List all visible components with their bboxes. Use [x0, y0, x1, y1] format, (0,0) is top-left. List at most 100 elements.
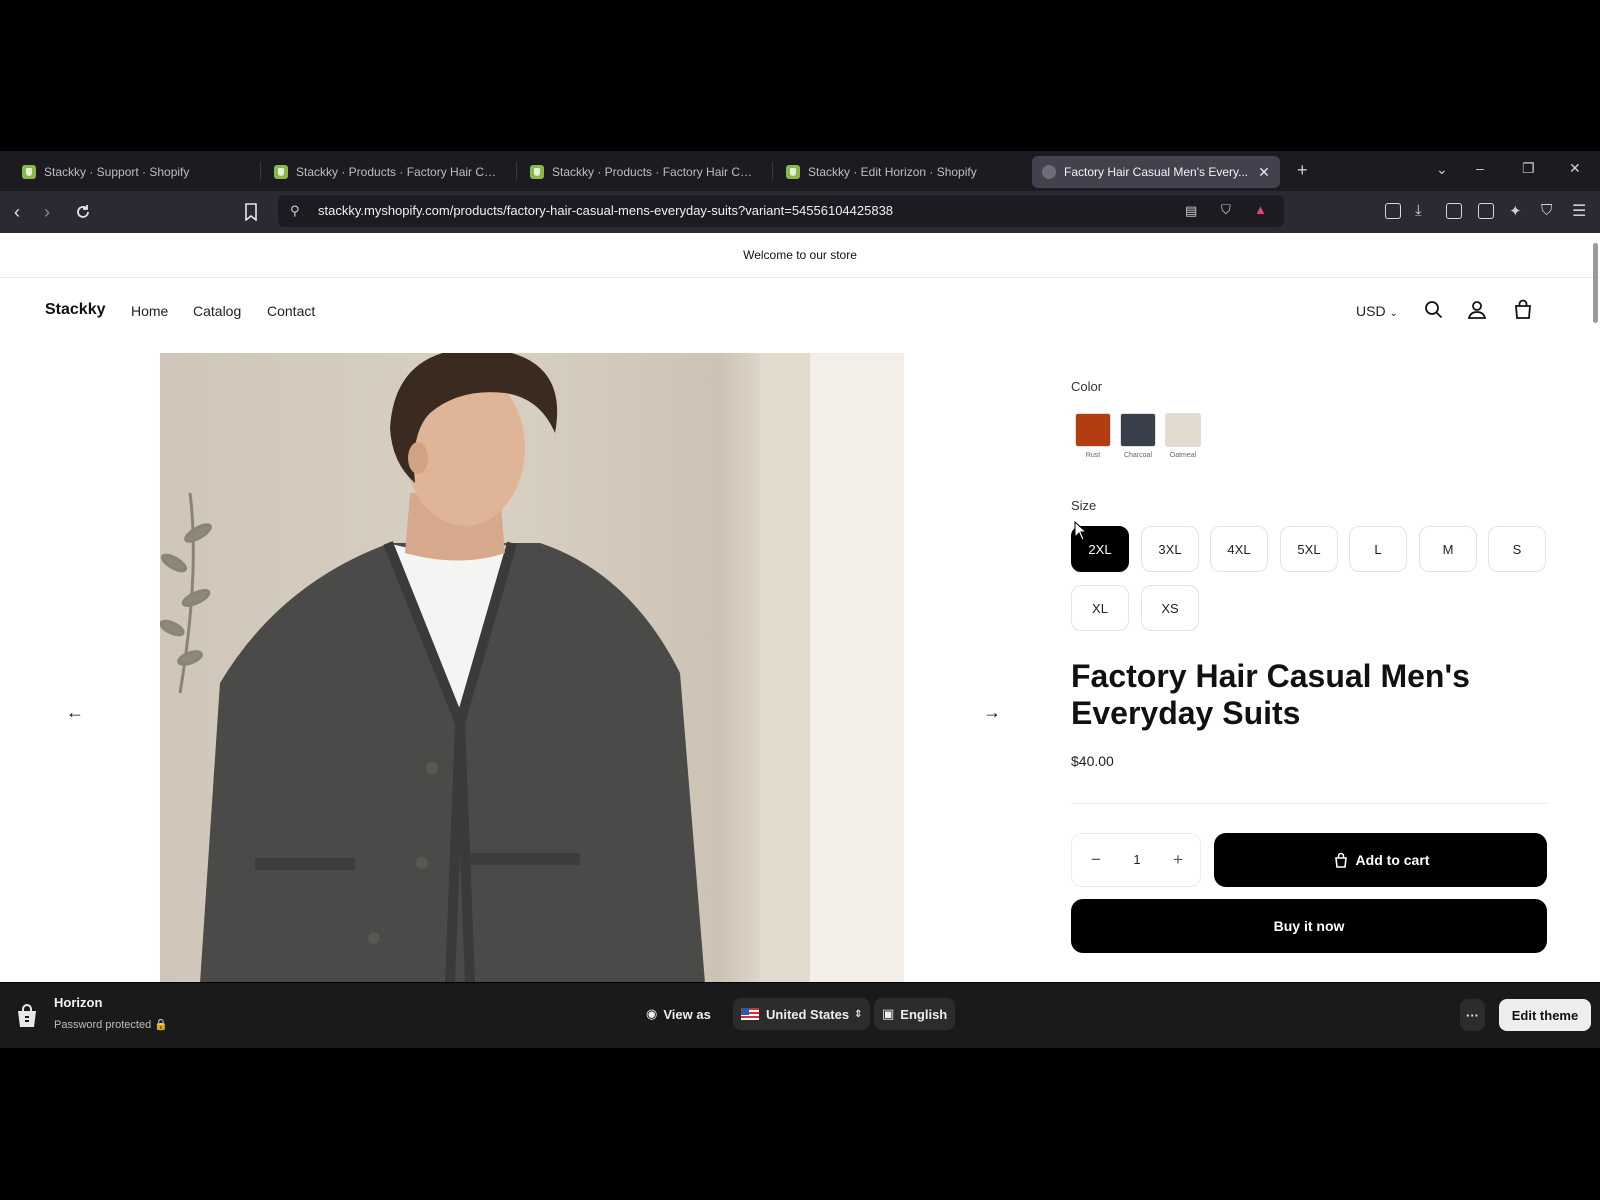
browser-tab-active[interactable]: Factory Hair Casual Men's Every... ✕ [1032, 156, 1280, 188]
address-bar[interactable]: ⚲ stackky.myshopify.com/products/factory… [278, 195, 1284, 227]
tab-separator [260, 162, 261, 180]
divider [1071, 803, 1548, 804]
browser-nav-bar: ‹ › ⚲ stackky.myshopify.com/products/fac… [0, 191, 1600, 233]
size-option-xl[interactable]: XL [1071, 585, 1129, 631]
lock-icon: 🔒 [154, 1019, 168, 1031]
maximize-icon[interactable]: ❐ [1522, 160, 1535, 177]
chevron-down-icon: ⌄ [1389, 308, 1398, 319]
product-price: $40.00 [1071, 753, 1114, 769]
sidebar-icon[interactable] [1446, 203, 1462, 219]
browser-tab-edit-horizon[interactable]: Stackky · Edit Horizon · Shopify [776, 156, 1021, 188]
page-icon [1042, 165, 1056, 179]
screen: Stackky · Support · Shopify Stackky · Pr… [0, 0, 1600, 1200]
shopify-icon [786, 165, 800, 179]
shopify-preview-bar: Horizon Password protected 🔒 ◉ View as U… [0, 983, 1600, 1048]
tab-label: Factory Hair Casual Men's Every... [1064, 165, 1249, 179]
shopify-icon [274, 165, 288, 179]
edit-theme-button[interactable]: Edit theme [1499, 999, 1591, 1031]
minimize-icon[interactable]: – [1476, 160, 1484, 176]
nav-contact[interactable]: Contact [267, 303, 315, 319]
forward-icon[interactable]: › [44, 202, 50, 222]
account-icon[interactable] [1464, 297, 1490, 323]
size-option-m[interactable]: M [1419, 526, 1477, 572]
size-option-5xl[interactable]: 5XL [1280, 526, 1338, 572]
announcement-bar: Welcome to our store [0, 233, 1600, 278]
translate-icon: ▣ [882, 1006, 895, 1021]
size-option-xs[interactable]: XS [1141, 585, 1199, 631]
size-option-3xl[interactable]: 3XL [1141, 526, 1199, 572]
new-tab-button[interactable]: + [1297, 160, 1308, 181]
size-option-s[interactable]: S [1488, 526, 1546, 572]
size-option-4xl[interactable]: 4XL [1210, 526, 1268, 572]
cart-plus-icon [1334, 852, 1347, 868]
shopify-bag-icon [18, 1004, 36, 1027]
next-image-arrow[interactable]: → [983, 702, 1001, 723]
search-icon[interactable] [1421, 297, 1447, 323]
back-icon[interactable]: ‹ [14, 202, 20, 222]
mouse-cursor-icon [1074, 521, 1088, 541]
bookmark-icon[interactable] [244, 203, 258, 221]
color-label: Color [1071, 379, 1103, 394]
swatch-name: Oatmeal [1169, 452, 1197, 459]
browser-tab-support[interactable]: Stackky · Support · Shopify [12, 156, 257, 188]
size-label: Size [1071, 498, 1097, 513]
browser-tab-products-1[interactable]: Stackky · Products · Factory Hair Cas... [264, 156, 509, 188]
reload-icon[interactable] [74, 203, 92, 221]
add-to-cart-button[interactable]: Add to cart [1214, 833, 1547, 887]
product-image[interactable] [160, 353, 904, 982]
cart-icon[interactable] [1510, 297, 1536, 323]
password-status: Password protected 🔒 [54, 1018, 168, 1031]
tab-close-icon[interactable]: ✕ [1258, 164, 1270, 181]
browser-tab-products-2[interactable]: Stackky · Products · Factory Hair Cas... [520, 156, 765, 188]
swatch-name: Rust [1085, 452, 1101, 459]
store-logo[interactable]: Stackky [45, 301, 106, 319]
add-to-cart-label: Add to cart [1355, 852, 1430, 868]
swatch-charcoal[interactable] [1120, 413, 1156, 447]
site-info-icon[interactable]: ⚲ [290, 203, 300, 219]
language-label: English [900, 1006, 948, 1022]
language-selector[interactable]: ▣ English [874, 998, 956, 1030]
swatch-oatmeal[interactable] [1165, 413, 1201, 447]
reader-view-icon[interactable]: ▤ [1185, 203, 1197, 219]
menu-icon[interactable]: ☰ [1572, 201, 1586, 221]
nav-catalog[interactable]: Catalog [193, 303, 241, 319]
vpn-icon[interactable]: ⛉ [1541, 202, 1552, 219]
buy-it-now-button[interactable]: Buy it now [1071, 899, 1547, 953]
more-options-button[interactable]: ··· [1460, 999, 1485, 1031]
tab-list-chevron-icon[interactable]: ⌄ [1436, 161, 1448, 178]
download-icon[interactable]: ⤓ [1415, 202, 1422, 219]
size-option-l[interactable]: L [1349, 526, 1407, 572]
leo-ai-icon[interactable]: ✦ [1509, 202, 1522, 220]
us-flag-icon [741, 1008, 759, 1020]
shopify-icon [22, 165, 36, 179]
quantity-stepper: − 1 + [1071, 833, 1201, 887]
product-photo-illustration [160, 353, 904, 982]
chevron-updown-icon: ⇕ [854, 1008, 863, 1020]
password-status-label: Password protected [54, 1019, 152, 1031]
eye-icon: ◉ [646, 1006, 658, 1021]
product-title: Factory Hair Casual Men's Everyday Suits [1071, 658, 1470, 731]
theme-name: Horizon [54, 995, 103, 1010]
prev-image-arrow[interactable]: ← [66, 702, 84, 723]
url-text[interactable]: stackky.myshopify.com/products/factory-h… [318, 203, 893, 218]
quantity-increase-button[interactable]: + [1173, 850, 1183, 870]
tab-separator [772, 162, 773, 180]
rewards-icon[interactable]: ▲ [1254, 202, 1267, 217]
country-label: United States [766, 1006, 850, 1022]
extensions-icon[interactable] [1385, 203, 1401, 219]
close-window-icon[interactable]: ✕ [1569, 160, 1581, 177]
tab-separator [516, 162, 517, 180]
tab-label: Stackky · Edit Horizon · Shopify [808, 165, 977, 179]
browser-tab-bar: Stackky · Support · Shopify Stackky · Pr… [0, 151, 1600, 191]
swatch-rust[interactable] [1075, 413, 1111, 447]
wallet-icon[interactable] [1478, 203, 1494, 219]
country-selector[interactable]: United States ⇕ [733, 998, 871, 1030]
currency-selector[interactable]: USD ⌄ [1356, 303, 1398, 319]
shield-icon[interactable]: ⛉ [1221, 202, 1231, 218]
currency-label: USD [1356, 303, 1386, 319]
shopify-icon [530, 165, 544, 179]
tab-label: Stackky · Products · Factory Hair Cas... [552, 165, 755, 179]
nav-home[interactable]: Home [131, 303, 168, 319]
view-as-label: View as [663, 1006, 711, 1022]
view-as-button[interactable]: ◉ View as [638, 998, 719, 1030]
